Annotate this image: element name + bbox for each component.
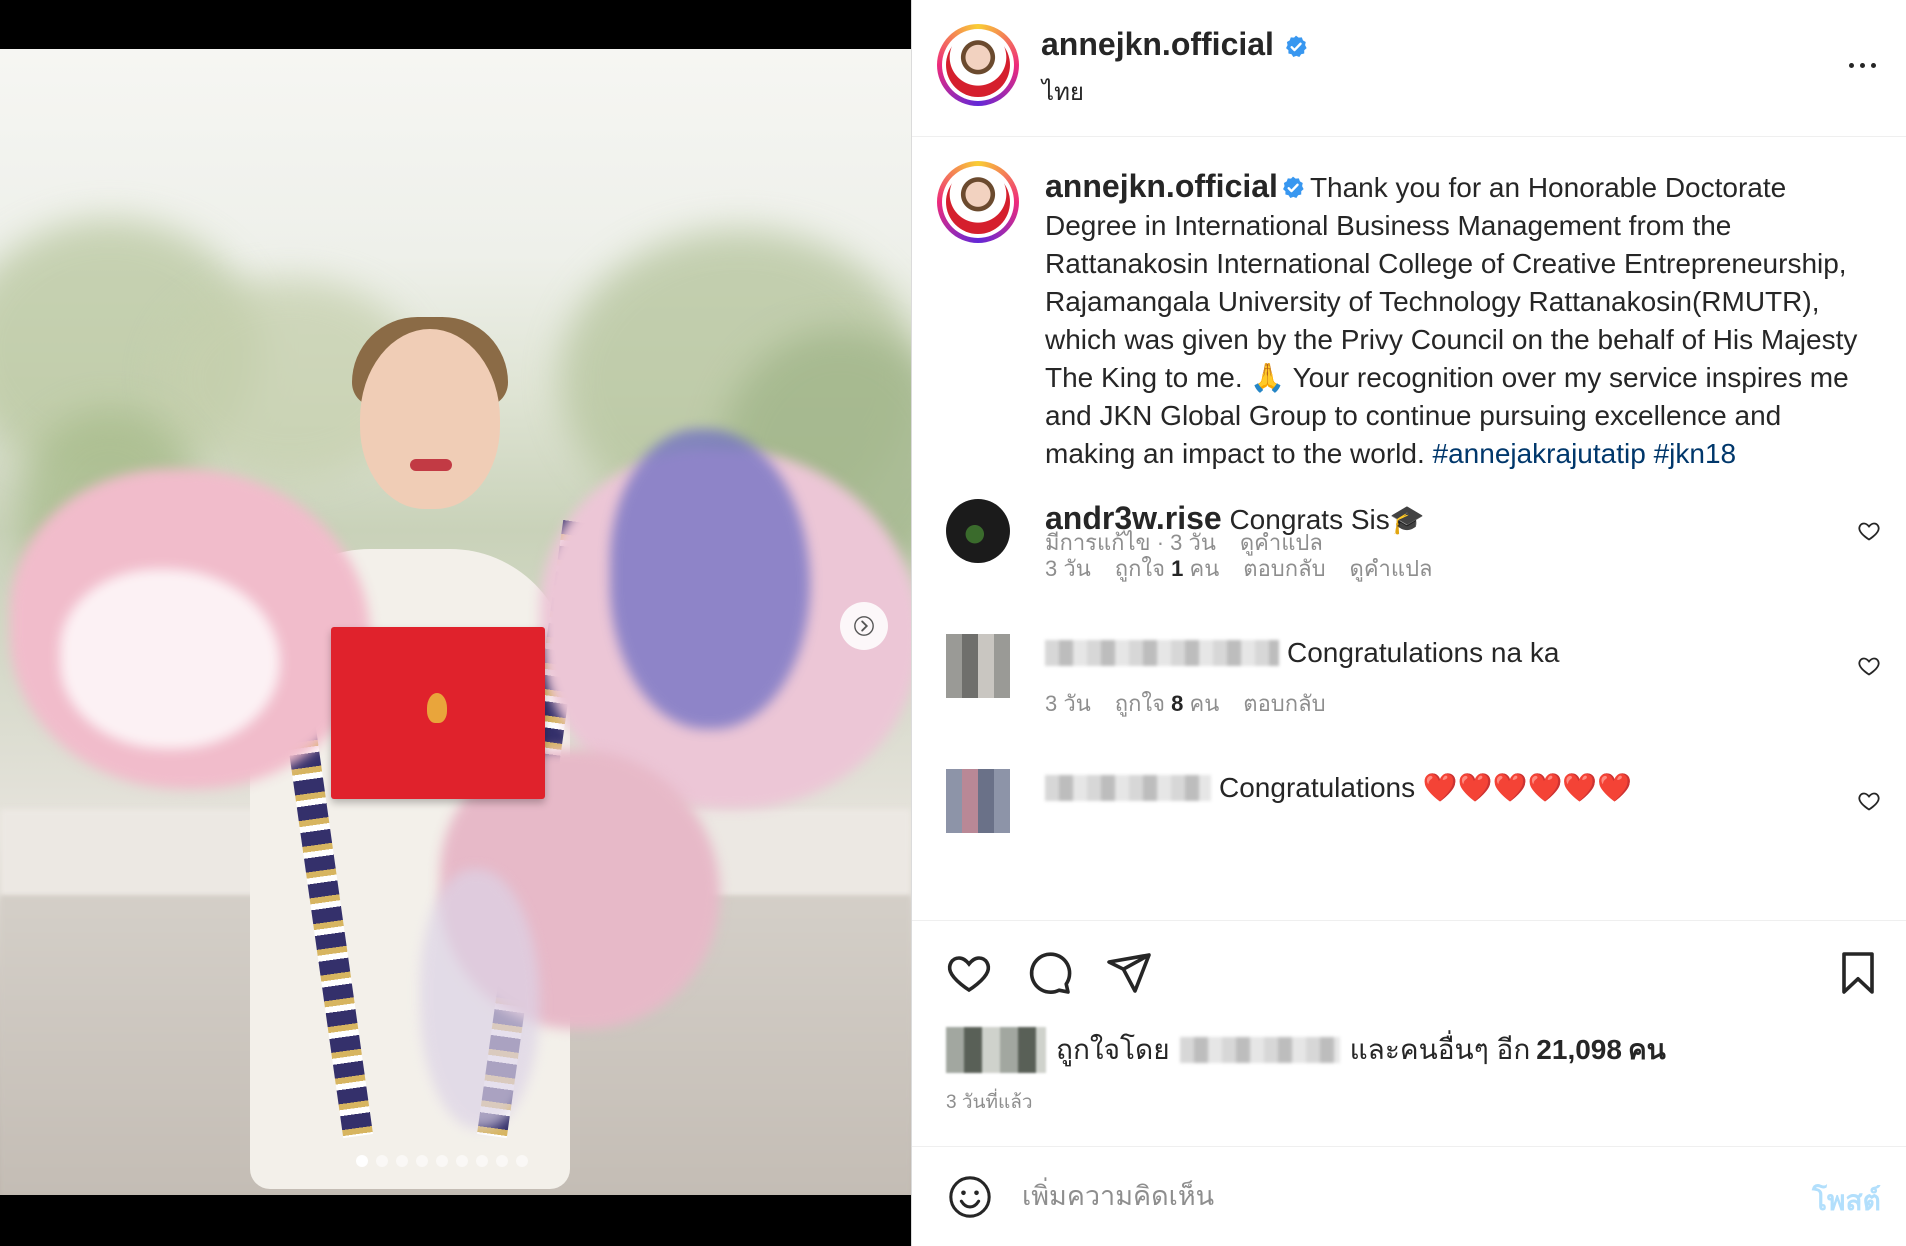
share-icon[interactable] [1105,949,1153,997]
author-avatar[interactable] [937,24,1019,106]
comment-time: 3 วัน [1045,556,1091,581]
post-comment-button[interactable]: โพสต์ [1812,1179,1881,1223]
carousel-dot [516,1155,528,1167]
heart-icon[interactable] [1857,519,1881,543]
commenter-username[interactable]: andr3w.rise [1045,500,1222,536]
likes-prefix: ถูกใจโดย [1056,1034,1170,1065]
comment-text: Congratulations ❤️❤️❤️❤️❤️❤️ [1045,769,1632,807]
comment-meta: 3 วัน ถูกใจ 8 คน ตอบกลับ [1045,686,1326,721]
chevron-right-icon [854,616,874,636]
post-photo[interactable] [0,49,911,1195]
verified-badge-icon [1286,35,1307,57]
carousel-dot [416,1155,428,1167]
heart-icon[interactable] [1857,789,1881,813]
carousel-dot [356,1155,368,1167]
commenter-username-redacted[interactable] [1045,640,1279,666]
likes-count: 21,098 [1536,1034,1622,1065]
commenter-avatar[interactable] [946,769,1010,833]
comment-likes[interactable]: ถูกใจ 1 คน [1115,551,1220,586]
heart-icon[interactable] [945,949,993,997]
likes-suffix: คน [1627,1034,1666,1065]
post-media [0,0,911,1246]
carousel-dot [456,1155,468,1167]
carousel-dot [476,1155,488,1167]
author-username[interactable]: annejkn.official [1041,26,1274,63]
commenter-avatar[interactable] [946,499,1010,563]
comments-list: annejkn.official Thank you for an Honora… [912,137,1906,920]
comment-meta: 3 วัน ถูกใจ 1 คน ตอบกลับ ดูคำแปล [1045,551,1433,586]
carousel-dot [396,1155,408,1167]
caption-author-avatar[interactable] [937,161,1019,243]
more-options-icon[interactable] [1837,50,1887,80]
comment-time: 3 วัน [1045,691,1091,716]
comment-text: andr3w.rise Congrats Sis🎓 [1045,499,1425,539]
commenter-username-redacted[interactable] [1045,775,1211,801]
comment-reply-button[interactable]: ตอบกลับ [1243,551,1325,586]
likes-summary[interactable]: ถูกใจโดย และคนอื่นๆ อีก 21,098 คน [946,1027,1666,1073]
comment-body: Congrats Sis🎓 [1229,504,1425,535]
liker-avatars [946,1027,1046,1073]
carousel-dot [376,1155,388,1167]
carousel-dot [436,1155,448,1167]
comment-body: Congratulations ❤️❤️❤️❤️❤️❤️ [1219,772,1633,803]
carousel-next-button[interactable] [840,602,888,650]
comment-translate-link[interactable]: ดูคำแปล [1350,551,1433,586]
post-location[interactable]: ไทย [1042,72,1084,111]
hashtag-link[interactable]: #annejakrajutatip [1433,438,1646,469]
comment-text: Congratulations na ka [1045,634,1559,672]
comment-icon[interactable] [1025,949,1073,997]
carousel-dot [496,1155,508,1167]
comment-body: Congratulations na ka [1287,637,1560,668]
post-timestamp: 3 วันที่แล้ว [946,1092,1033,1113]
diploma-folder [331,627,545,799]
comment-composer: โพสต์ [912,1146,1906,1246]
commenter-avatar[interactable] [946,634,1010,698]
comment-likes[interactable]: ถูกใจ 8 คน [1115,686,1220,721]
caption-username[interactable]: annejkn.official [1045,168,1278,204]
caption-body: Thank you for an Honorable Doctorate Deg… [1045,172,1858,469]
verified-badge-icon [1282,176,1304,198]
post-actions: ถูกใจโดย และคนอื่นๆ อีก 21,098 คน 3 วันท… [912,920,1906,1146]
comment-input[interactable] [1022,1173,1722,1219]
bookmark-icon[interactable] [1834,949,1882,997]
heart-icon[interactable] [1857,654,1881,678]
post-side-panel: annejkn.official ไทย annejkn.official Th… [911,0,1906,1246]
post-caption: annejkn.official Thank you for an Honora… [1045,167,1865,473]
comment-reply-button[interactable]: ตอบกลับ [1243,686,1325,721]
liker-username-redacted[interactable] [1179,1037,1340,1063]
carousel-indicator [356,1155,528,1167]
likes-middle: และคนอื่นๆ อีก [1349,1034,1531,1065]
emoji-icon[interactable] [947,1174,993,1220]
post-header: annejkn.official ไทย [912,0,1906,137]
hashtag-link[interactable]: #jkn18 [1654,438,1737,469]
